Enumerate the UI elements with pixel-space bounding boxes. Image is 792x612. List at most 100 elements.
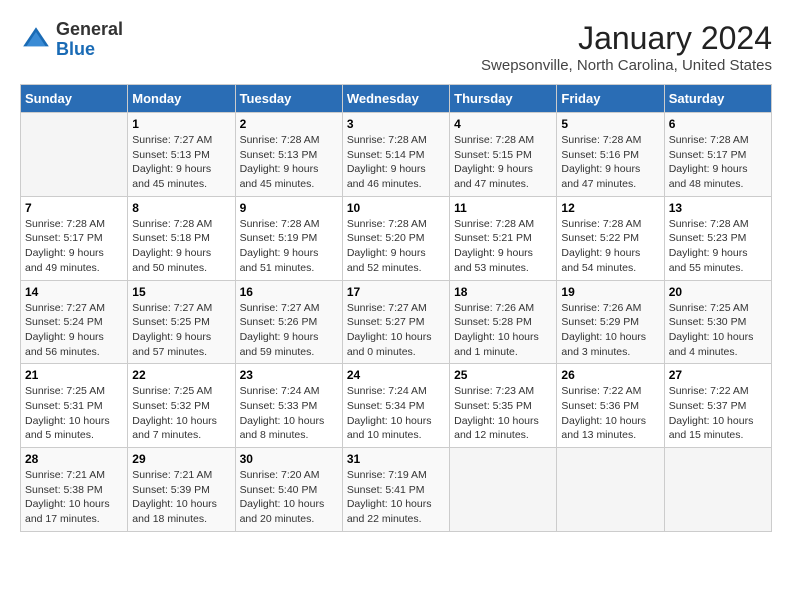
calendar-cell: 20 Sunrise: 7:25 AM Sunset: 5:30 PM Dayli… — [664, 280, 771, 364]
logo-icon — [20, 24, 52, 56]
day-info: Sunrise: 7:27 AM Sunset: 5:27 PM Dayligh… — [347, 301, 445, 360]
calendar-header: SundayMondayTuesdayWednesdayThursdayFrid… — [21, 85, 772, 113]
calendar-cell: 8 Sunrise: 7:28 AM Sunset: 5:18 PM Daylig… — [128, 196, 235, 280]
header-tuesday: Tuesday — [235, 85, 342, 113]
calendar-cell: 27Sunrise: 7:22 AM Sunset: 5:37 PM Dayli… — [664, 364, 771, 448]
day-info: Sunrise: 7:27 AM Sunset: 5:25 PM Dayligh… — [132, 301, 230, 360]
location-text: Swepsonville, North Carolina, United Sta… — [481, 57, 772, 74]
day-info: Sunrise: 7:21 AM Sunset: 5:38 PM Dayligh… — [25, 468, 123, 527]
day-number: 9 — [240, 201, 338, 215]
day-number: 28 — [25, 452, 123, 466]
calendar-cell: 4Sunrise: 7:28 AM Sunset: 5:15 PM Daylig… — [450, 113, 557, 197]
title-block: January 2024 Swepsonville, North Carolin… — [481, 20, 772, 74]
calendar-cell: 21Sunrise: 7:25 AM Sunset: 5:31 PM Dayli… — [21, 364, 128, 448]
day-info: Sunrise: 7:25 AM Sunset: 5:30 PM Dayligh… — [669, 301, 767, 360]
header-sunday: Sunday — [21, 85, 128, 113]
day-info: Sunrise: 7:25 AM Sunset: 5:32 PM Dayligh… — [132, 384, 230, 443]
header-saturday: Saturday — [664, 85, 771, 113]
day-number: 15 — [132, 285, 230, 299]
day-info: Sunrise: 7:19 AM Sunset: 5:41 PM Dayligh… — [347, 468, 445, 527]
calendar-body: 1 Sunrise: 7:27 AM Sunset: 5:13 PM Daylig… — [21, 113, 772, 532]
day-info: Sunrise: 7:28 AM Sunset: 5:20 PM Dayligh… — [347, 217, 445, 276]
calendar-cell: 22 Sunrise: 7:25 AM Sunset: 5:32 PM Dayli… — [128, 364, 235, 448]
day-info: Sunrise: 7:26 AM Sunset: 5:29 PM Dayligh… — [561, 301, 659, 360]
day-number: 23 — [240, 368, 338, 382]
logo-general-text: General — [56, 19, 123, 39]
calendar-cell: 12 Sunrise: 7:28 AM Sunset: 5:22 PM Dayli… — [557, 196, 664, 280]
calendar-cell — [450, 448, 557, 532]
day-number: 2 — [240, 117, 338, 131]
calendar-cell: 25Sunrise: 7:23 AM Sunset: 5:35 PM Dayli… — [450, 364, 557, 448]
day-number: 31 — [347, 452, 445, 466]
day-info: Sunrise: 7:27 AM Sunset: 5:24 PM Dayligh… — [25, 301, 123, 360]
calendar-cell: 19Sunrise: 7:26 AM Sunset: 5:29 PM Dayli… — [557, 280, 664, 364]
day-number: 5 — [561, 117, 659, 131]
day-number: 17 — [347, 285, 445, 299]
calendar-cell: 9 Sunrise: 7:28 AM Sunset: 5:19 PM Daylig… — [235, 196, 342, 280]
day-number: 16 — [240, 285, 338, 299]
day-number: 4 — [454, 117, 552, 131]
day-number: 24 — [347, 368, 445, 382]
header-row: SundayMondayTuesdayWednesdayThursdayFrid… — [21, 85, 772, 113]
day-number: 12 — [561, 201, 659, 215]
day-number: 30 — [240, 452, 338, 466]
day-number: 29 — [132, 452, 230, 466]
day-number: 26 — [561, 368, 659, 382]
day-info: Sunrise: 7:27 AM Sunset: 5:13 PM Dayligh… — [132, 133, 230, 192]
day-info: Sunrise: 7:28 AM Sunset: 5:18 PM Dayligh… — [132, 217, 230, 276]
day-number: 13 — [669, 201, 767, 215]
calendar-cell: 2 Sunrise: 7:28 AM Sunset: 5:13 PM Daylig… — [235, 113, 342, 197]
week-row-2: 14 Sunrise: 7:27 AM Sunset: 5:24 PM Dayli… — [21, 280, 772, 364]
calendar-cell: 13 Sunrise: 7:28 AM Sunset: 5:23 PM Dayli… — [664, 196, 771, 280]
calendar-cell: 14 Sunrise: 7:27 AM Sunset: 5:24 PM Dayli… — [21, 280, 128, 364]
day-number: 6 — [669, 117, 767, 131]
calendar-cell: 31 Sunrise: 7:19 AM Sunset: 5:41 PM Dayli… — [342, 448, 449, 532]
week-row-0: 1 Sunrise: 7:27 AM Sunset: 5:13 PM Daylig… — [21, 113, 772, 197]
day-number: 22 — [132, 368, 230, 382]
day-info: Sunrise: 7:28 AM Sunset: 5:21 PM Dayligh… — [454, 217, 552, 276]
calendar-cell: 17 Sunrise: 7:27 AM Sunset: 5:27 PM Dayli… — [342, 280, 449, 364]
calendar-cell: 29 Sunrise: 7:21 AM Sunset: 5:39 PM Dayli… — [128, 448, 235, 532]
day-info: Sunrise: 7:22 AM Sunset: 5:37 PM Dayligh… — [669, 384, 767, 443]
calendar-cell — [664, 448, 771, 532]
week-row-3: 21Sunrise: 7:25 AM Sunset: 5:31 PM Dayli… — [21, 364, 772, 448]
day-number: 14 — [25, 285, 123, 299]
day-info: Sunrise: 7:28 AM Sunset: 5:19 PM Dayligh… — [240, 217, 338, 276]
header-monday: Monday — [128, 85, 235, 113]
day-number: 1 — [132, 117, 230, 131]
day-info: Sunrise: 7:28 AM Sunset: 5:23 PM Dayligh… — [669, 217, 767, 276]
day-info: Sunrise: 7:28 AM Sunset: 5:16 PM Dayligh… — [561, 133, 659, 192]
day-number: 3 — [347, 117, 445, 131]
calendar-cell: 5 Sunrise: 7:28 AM Sunset: 5:16 PM Daylig… — [557, 113, 664, 197]
calendar-table: SundayMondayTuesdayWednesdayThursdayFrid… — [20, 84, 772, 532]
day-info: Sunrise: 7:28 AM Sunset: 5:17 PM Dayligh… — [25, 217, 123, 276]
day-number: 7 — [25, 201, 123, 215]
logo-blue-text: Blue — [56, 39, 95, 59]
month-title: January 2024 — [481, 20, 772, 57]
day-number: 8 — [132, 201, 230, 215]
day-number: 10 — [347, 201, 445, 215]
calendar-cell: 6Sunrise: 7:28 AM Sunset: 5:17 PM Daylig… — [664, 113, 771, 197]
day-info: Sunrise: 7:28 AM Sunset: 5:22 PM Dayligh… — [561, 217, 659, 276]
calendar-cell: 16Sunrise: 7:27 AM Sunset: 5:26 PM Dayli… — [235, 280, 342, 364]
calendar-cell: 18Sunrise: 7:26 AM Sunset: 5:28 PM Dayli… — [450, 280, 557, 364]
day-number: 20 — [669, 285, 767, 299]
calendar-cell: 1 Sunrise: 7:27 AM Sunset: 5:13 PM Daylig… — [128, 113, 235, 197]
day-info: Sunrise: 7:20 AM Sunset: 5:40 PM Dayligh… — [240, 468, 338, 527]
day-info: Sunrise: 7:22 AM Sunset: 5:36 PM Dayligh… — [561, 384, 659, 443]
header-friday: Friday — [557, 85, 664, 113]
day-info: Sunrise: 7:28 AM Sunset: 5:13 PM Dayligh… — [240, 133, 338, 192]
calendar-cell: 28 Sunrise: 7:21 AM Sunset: 5:38 PM Dayli… — [21, 448, 128, 532]
week-row-1: 7 Sunrise: 7:28 AM Sunset: 5:17 PM Daylig… — [21, 196, 772, 280]
day-info: Sunrise: 7:21 AM Sunset: 5:39 PM Dayligh… — [132, 468, 230, 527]
day-info: Sunrise: 7:26 AM Sunset: 5:28 PM Dayligh… — [454, 301, 552, 360]
day-number: 21 — [25, 368, 123, 382]
day-info: Sunrise: 7:24 AM Sunset: 5:34 PM Dayligh… — [347, 384, 445, 443]
day-number: 25 — [454, 368, 552, 382]
page-header: General Blue January 2024 Swepsonville, … — [20, 20, 772, 74]
day-number: 11 — [454, 201, 552, 215]
calendar-cell: 3 Sunrise: 7:28 AM Sunset: 5:14 PM Daylig… — [342, 113, 449, 197]
day-info: Sunrise: 7:28 AM Sunset: 5:14 PM Dayligh… — [347, 133, 445, 192]
header-thursday: Thursday — [450, 85, 557, 113]
week-row-4: 28 Sunrise: 7:21 AM Sunset: 5:38 PM Dayli… — [21, 448, 772, 532]
